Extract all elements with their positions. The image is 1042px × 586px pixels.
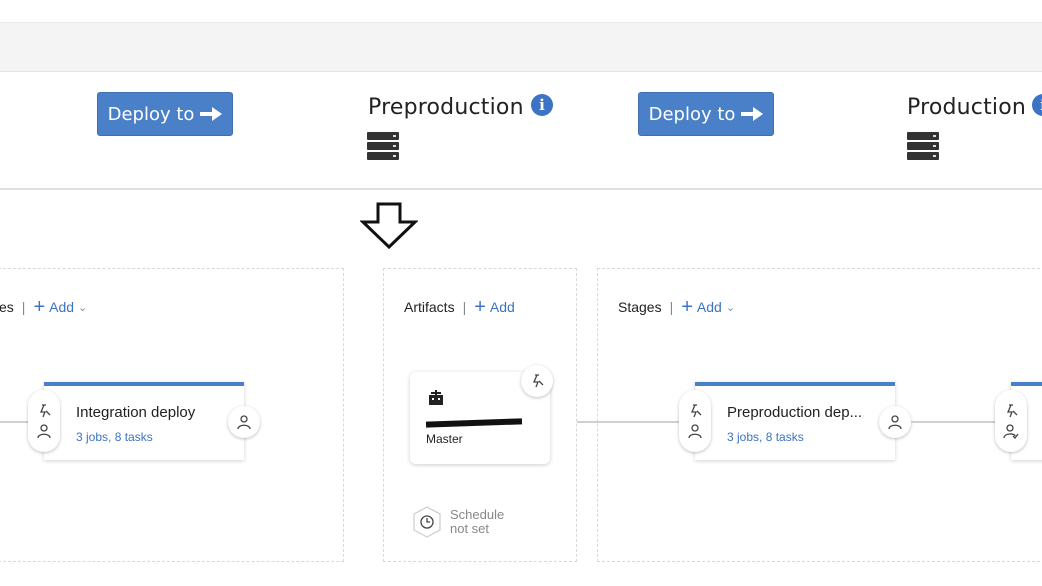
separator: | [462, 299, 467, 315]
stage-card-integration-deploy[interactable]: Integration deploy 3 jobs, 8 tasks [44, 382, 244, 460]
schedule-text: Schedule not set [450, 508, 504, 536]
server-icon [367, 132, 399, 162]
top-toolbar-band [0, 22, 1042, 72]
artifacts-panel-header: Artifacts | + Add [404, 296, 515, 318]
info-icon[interactable]: i [1032, 94, 1042, 116]
post-deployment-approver[interactable] [228, 406, 260, 438]
connector-line [0, 421, 30, 423]
separator: | [21, 299, 26, 315]
continuous-deployment-trigger[interactable] [521, 365, 553, 397]
stage-name: Integration deploy [76, 404, 196, 421]
plus-icon: + [33, 296, 46, 318]
left-panel-header: es | + Add ⌄ [0, 296, 88, 318]
add-stage-button[interactable]: + Add ⌄ [33, 296, 88, 318]
separator: | [669, 299, 674, 315]
env-title-production: Production [907, 95, 1027, 120]
post-deployment-approver[interactable] [879, 406, 911, 438]
divider [0, 188, 1042, 190]
person-icon [688, 424, 702, 439]
panel-title: es [0, 299, 14, 315]
chevron-down-icon: ⌄ [78, 301, 88, 314]
redacted-artifact-name [425, 418, 523, 428]
arrow-right-icon [200, 107, 223, 121]
pre-deployment-conditions[interactable] [28, 390, 60, 452]
trigger-icon [40, 404, 51, 418]
person-icon [37, 424, 51, 439]
person-icon [237, 415, 251, 430]
chevron-down-icon: ⌄ [725, 301, 736, 314]
down-arrow-icon [360, 202, 418, 250]
info-icon[interactable]: i [531, 94, 553, 116]
connector-line [597, 421, 687, 423]
artifact-branch: Master [426, 432, 463, 446]
connector-line [577, 421, 597, 423]
trigger-icon [1007, 404, 1018, 418]
schedule-line2: not set [450, 521, 490, 536]
person-check-icon [1003, 424, 1019, 439]
trigger-icon [691, 404, 702, 418]
deploy-to-preproduction-button[interactable]: Deploy to [97, 92, 233, 136]
pre-deployment-conditions[interactable] [679, 390, 711, 452]
env-title-preproduction: Preproduction [368, 95, 524, 120]
deploy-to-production-button[interactable]: Deploy to [638, 92, 774, 136]
build-icon [429, 390, 443, 405]
stage-card-preproduction-deploy[interactable]: Preproduction dep... 3 jobs, 8 tasks [695, 382, 895, 460]
stage-meta[interactable]: 3 jobs, 8 tasks [76, 430, 153, 444]
arrow-right-icon [741, 107, 764, 121]
stages-panel-header: Stages | + Add ⌄ [618, 296, 736, 318]
panel-title: Stages [618, 299, 662, 315]
server-icon [907, 132, 939, 162]
add-stage-button[interactable]: + Add ⌄ [681, 296, 736, 318]
stage-name: Preproduction dep... [727, 404, 863, 421]
connector-line [911, 421, 995, 423]
deploy-label: Deploy to [107, 103, 195, 125]
panel-title: Artifacts [404, 299, 455, 315]
add-label: Add [489, 299, 515, 315]
pre-deployment-conditions[interactable] [995, 390, 1027, 452]
person-icon [888, 415, 902, 430]
plus-icon: + [681, 296, 693, 318]
add-label: Add [696, 299, 722, 315]
clock-icon [413, 506, 441, 538]
trigger-icon [533, 374, 544, 388]
stage-meta[interactable]: 3 jobs, 8 tasks [727, 430, 804, 444]
schedule-trigger[interactable]: Schedule not set [412, 506, 504, 538]
plus-icon: + [474, 296, 486, 318]
schedule-line1: Schedule [450, 507, 505, 522]
add-label: Add [49, 299, 75, 315]
add-artifact-button[interactable]: + Add [474, 296, 515, 318]
deploy-label: Deploy to [648, 103, 736, 125]
